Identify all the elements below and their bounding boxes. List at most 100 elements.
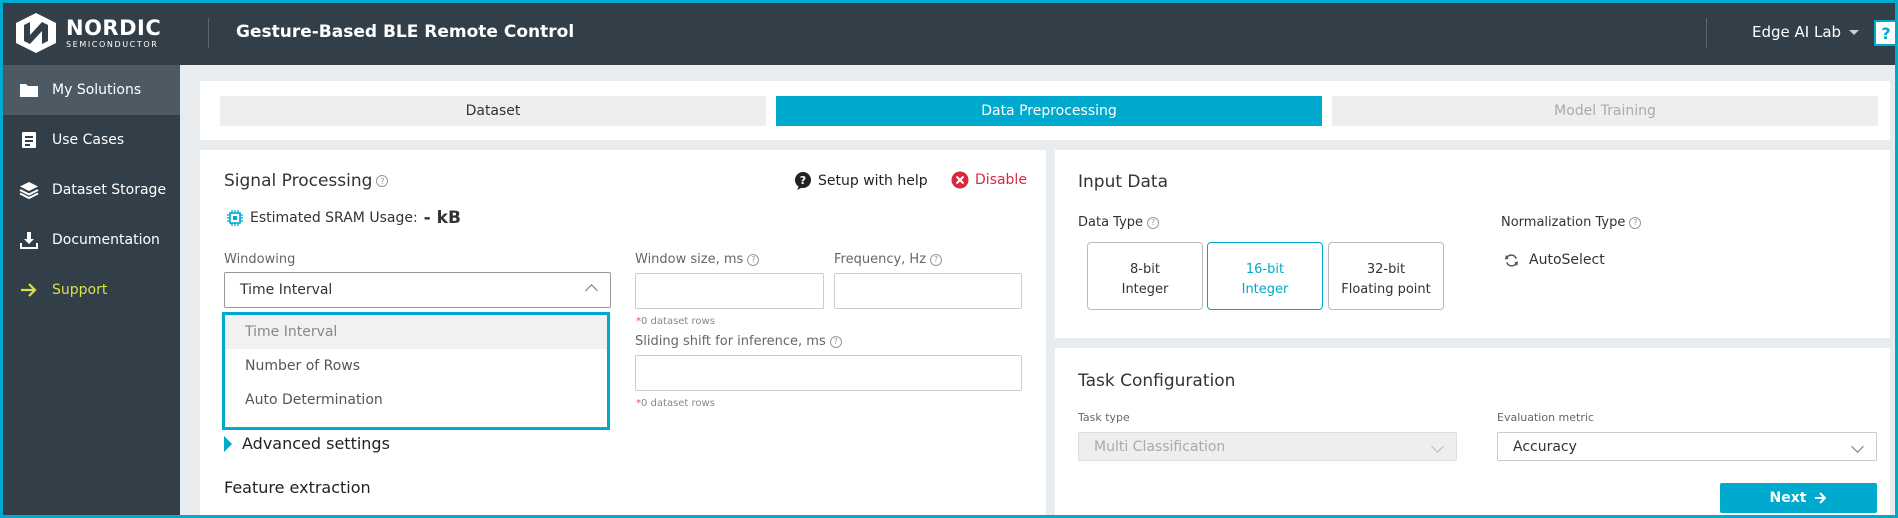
data-type-line2: Integer [1241,282,1289,297]
windowing-label: Windowing [224,252,296,267]
evaluation-metric-select[interactable]: Accuracy [1497,432,1877,461]
info-icon[interactable]: ? [1629,216,1642,229]
windowing-select[interactable]: Time Interval [224,272,611,308]
sidebar-item-my-solutions[interactable]: My Solutions [0,65,180,115]
caret-right-icon [224,435,232,452]
sliding-shift-input[interactable] [635,355,1022,391]
data-type-32bit-button[interactable]: 32-bit Floating point [1328,242,1444,310]
chevron-up-icon [585,284,598,297]
signal-processing-title: Signal Processing? [224,171,389,191]
disable-label: Disable [975,172,1027,188]
data-type-line2: Floating point [1341,282,1431,297]
window-size-label-text: Window size, ms [635,252,744,267]
logo-sub-text: SEMICONDUCTOR [66,39,159,49]
step-dataset[interactable]: Dataset [220,96,766,126]
step-data-preprocessing[interactable]: Data Preprocessing [776,96,1322,126]
sidebar-item-label: Dataset Storage [52,182,167,198]
task-configuration-title: Task Configuration [1078,371,1236,391]
data-type-line2: Integer [1121,282,1169,297]
normalization-type-label: Normalization Type? [1501,215,1642,230]
sidebar-item-dataset-storage[interactable]: Dataset Storage [0,165,180,215]
sram-value: - kB [423,208,461,228]
task-type-select: Multi Classification [1078,432,1457,461]
nordic-logo-icon [16,13,56,53]
evaluation-metric-value: Accuracy [1513,438,1577,455]
dropdown-option-auto-determination[interactable]: Auto Determination [225,383,607,417]
layers-icon [18,181,40,199]
workspace-label: Edge AI Lab [1752,23,1842,41]
data-type-line1: 32-bit [1366,262,1406,277]
signal-processing-title-text: Signal Processing [224,171,373,191]
chevron-down-icon [1431,440,1444,453]
sidebar-item-label: Use Cases [52,132,125,148]
advanced-settings-toggle[interactable]: Advanced settings [224,434,390,453]
data-type-line1: 8-bit [1130,262,1160,277]
feature-extraction-title: Feature extraction [224,478,371,497]
top-bar: NORDIC SEMICONDUCTOR Gesture-Based BLE R… [0,0,1898,65]
frequency-label-text: Frequency, Hz [834,252,927,267]
refresh-icon [1504,253,1519,267]
info-icon[interactable]: ? [1147,216,1160,229]
data-type-line1: 16-bit [1245,262,1285,277]
nordic-logo[interactable]: NORDIC SEMICONDUCTOR [14,13,161,53]
sliding-shift-note: *0 dataset rows [636,398,715,409]
sliding-shift-note-text: 0 dataset rows [641,398,715,409]
info-icon[interactable]: ? [930,253,943,266]
sidebar-item-support[interactable]: Support [0,265,180,315]
info-icon[interactable]: ? [747,253,760,266]
sidebar: My Solutions Use Cases Dataset Storage D… [0,65,180,518]
sidebar-item-label: My Solutions [52,82,142,98]
step-model-training: Model Training [1332,96,1878,126]
data-type-16bit-button[interactable]: 16-bit Integer [1207,242,1323,310]
next-button[interactable]: Next [1720,483,1877,513]
help-bubble-icon: ? [795,172,811,190]
document-list-icon [18,131,40,149]
workspace-menu[interactable]: Edge AI Lab [1752,23,1860,41]
window-size-note-text: 0 dataset rows [641,316,715,327]
normalization-value: AutoSelect [1529,252,1605,268]
data-type-label: Data Type? [1078,215,1160,230]
sram-usage: Estimated SRAM Usage: - kB [226,208,461,228]
data-type-8bit-button[interactable]: 8-bit Integer [1087,242,1203,310]
dropdown-option-time-interval[interactable]: Time Interval [225,315,607,349]
help-button[interactable]: ? [1874,20,1898,46]
dropdown-option-number-of-rows[interactable]: Number of Rows [225,349,607,383]
sidebar-item-documentation[interactable]: Documentation [0,215,180,265]
info-icon[interactable]: ? [829,335,842,348]
setup-with-help-link[interactable]: ? Setup with help [794,171,928,191]
svg-text:?: ? [800,174,806,187]
caret-down-icon [1849,29,1860,35]
task-type-value: Multi Classification [1094,438,1226,455]
normalization-autoselect[interactable]: AutoSelect [1504,252,1605,268]
download-icon [18,231,40,249]
windowing-value: Time Interval [240,282,333,298]
folder-icon [18,82,40,98]
next-label: Next [1769,490,1807,506]
wizard-stepper: Dataset Data Preprocessing Model Trainin… [200,81,1890,140]
chip-icon [227,210,243,226]
data-type-label-text: Data Type [1078,215,1144,230]
window-size-label: Window size, ms? [635,252,760,267]
input-data-title: Input Data [1078,172,1169,192]
arrow-right-icon [18,282,40,298]
window-size-input[interactable] [635,273,824,309]
logo-main-text: NORDIC [66,15,162,40]
frequency-input[interactable] [834,273,1022,309]
sidebar-item-label: Documentation [52,232,160,248]
task-type-label: Task type [1078,411,1130,424]
chevron-down-icon [1851,440,1864,453]
advanced-settings-label: Advanced settings [242,434,390,453]
window-size-note: *0 dataset rows [636,316,715,327]
disable-button[interactable]: Disable [951,171,1027,189]
windowing-dropdown: Time Interval Number of Rows Auto Determ… [222,312,610,430]
evaluation-metric-label: Evaluation metric [1497,411,1594,424]
info-icon[interactable]: ? [376,175,389,187]
close-circle-icon [951,171,969,189]
sidebar-item-use-cases[interactable]: Use Cases [0,115,180,165]
normalization-type-label-text: Normalization Type [1501,215,1626,230]
setup-with-help-label: Setup with help [818,173,928,189]
app-title: Gesture-Based BLE Remote Control [236,22,575,42]
topbar-divider [1706,18,1707,48]
sliding-shift-label: Sliding shift for inference, ms? [635,334,842,349]
topbar-divider [208,18,209,48]
